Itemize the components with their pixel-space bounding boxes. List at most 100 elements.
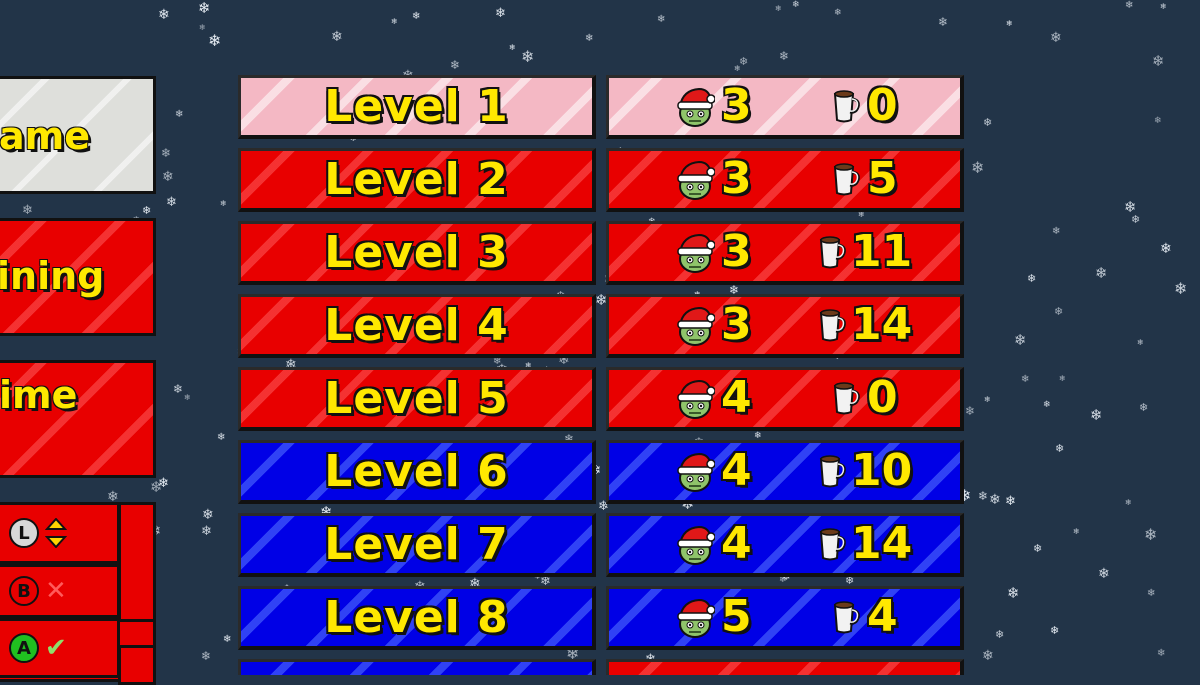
level-name: Level 7 [324, 519, 509, 570]
zombie-count: 4 [721, 445, 752, 496]
snowflake-icon: ❄ [208, 31, 222, 50]
snowflake-icon: ❄ [1160, 2, 1167, 11]
snowflake-icon: ❄ [184, 393, 191, 402]
level-row-2-stats[interactable]: 3 5 [606, 148, 964, 212]
snowflake-icon: ❄ [158, 476, 169, 491]
side-menu-item-label: ime [0, 373, 78, 417]
snowflake-icon: ❄ [1033, 542, 1043, 555]
snowflake-icon: ❄ [509, 43, 516, 52]
coffee-count: 14 [851, 299, 913, 350]
level-row-1-stats[interactable]: 3 0 [606, 75, 964, 139]
snowflake-icon: ❄ [450, 58, 461, 72]
coffee-count: 10 [851, 445, 913, 496]
zombie-count: 3 [721, 153, 752, 204]
snowflake-icon: ❄ [585, 33, 594, 44]
snowflake-icon: ❄ [971, 158, 985, 177]
level-row-3-stats[interactable]: 3 11 [606, 221, 964, 285]
level-row-9-button[interactable] [238, 659, 596, 675]
coffee-mug-icon [815, 453, 849, 489]
snowflake-icon: ❄ [995, 628, 1005, 641]
snowflake-icon: ❄ [1147, 588, 1156, 599]
level-row-9-stats[interactable] [606, 659, 964, 675]
level-name: Level 3 [324, 227, 509, 278]
snowflake-icon: ❄ [1055, 442, 1065, 455]
level-row-8-button[interactable]: Level 8 [238, 586, 596, 650]
level-row-1-button[interactable]: Level 1 [238, 75, 596, 139]
snowflake-icon: ❄ [142, 204, 152, 217]
level-row-8-stats[interactable]: 5 4 [606, 586, 964, 650]
snowflake-icon: ❄ [162, 169, 174, 185]
side-menu-item-game[interactable]: ame [0, 76, 156, 194]
coffee-mug-icon [829, 161, 863, 197]
snowflake-icon: ❄ [1050, 30, 1062, 46]
coffee-mug-icon [815, 526, 849, 562]
level-row-6-button[interactable]: Level 6 [238, 440, 596, 504]
control-row-b: B ✕ [0, 564, 120, 618]
snowflake-icon: ❄ [391, 17, 398, 26]
level-row-5-button[interactable]: Level 5 [238, 367, 596, 431]
zombie-santa-hat-icon [675, 597, 716, 639]
snowflake-icon: ❄ [220, 199, 227, 208]
snowflake-icon: ❄ [1174, 279, 1188, 298]
level-name: Level 5 [324, 373, 509, 424]
b-button-icon: B [9, 576, 39, 606]
coffee-count: 4 [867, 591, 898, 642]
side-menu-item-time[interactable]: ime [0, 360, 156, 478]
snowflake-icon: ❄ [1050, 624, 1060, 637]
snowflake-icon: ❄ [495, 6, 506, 21]
snowflake-icon: ❄ [199, 23, 206, 32]
snowflake-icon: ❄ [1125, 498, 1132, 507]
snowflake-icon: ❄ [223, 634, 232, 645]
coffee-mug-icon [815, 307, 849, 343]
coffee-mug-icon [829, 88, 863, 124]
snowflake-icon: ❄ [965, 404, 976, 418]
snowflake-icon: ❄ [1052, 226, 1061, 237]
coffee-count: 5 [867, 153, 898, 204]
snowflake-icon: ❄ [1005, 494, 1016, 509]
zombie-santa-hat-icon [675, 378, 716, 420]
snowflake-icon: ❄ [1160, 241, 1172, 257]
zombie-count: 5 [721, 591, 752, 642]
side-menu-item-label: ame [0, 114, 91, 158]
snowflake-icon: ❄ [734, 64, 741, 73]
level-name: Level 2 [324, 154, 509, 205]
snowflake-icon: ❄ [983, 116, 993, 129]
snowflake-icon: ❄ [1073, 527, 1080, 536]
zombie-santa-hat-icon [675, 524, 716, 566]
level-row-5-stats[interactable]: 4 0 [606, 367, 964, 431]
side-menu-item-training[interactable]: ining [0, 218, 156, 336]
snowflake-icon: ❄ [1139, 401, 1149, 414]
l-button-icon: L [9, 518, 39, 548]
level-name: Level 4 [324, 300, 509, 351]
snowflake-icon: ❄ [1059, 374, 1066, 383]
snowflake-icon: ❄ [1125, 0, 1134, 11]
level-row-7-button[interactable]: Level 7 [238, 513, 596, 577]
snowflake-icon: ❄ [779, 49, 790, 63]
snowflake-icon: ❄ [1124, 198, 1137, 216]
snowflake-icon: ❄ [1098, 566, 1110, 582]
level-row-2-button[interactable]: Level 2 [238, 148, 596, 212]
snowflake-icon: ❄ [201, 649, 212, 663]
level-row-4-stats[interactable]: 3 14 [606, 294, 964, 358]
snowflake-icon: ❄ [779, 575, 787, 585]
snowflake-icon: ❄ [978, 489, 989, 503]
level-row-3-button[interactable]: Level 3 [238, 221, 596, 285]
zombie-santa-hat-icon [675, 159, 716, 201]
confirm-check-icon: ✔ [45, 633, 67, 663]
snowflake-icon: ❄ [173, 382, 184, 396]
coffee-count: 0 [867, 372, 898, 423]
snowflake-icon: ❄ [1027, 272, 1037, 285]
level-row-4-button[interactable]: Level 4 [238, 294, 596, 358]
level-row-7-stats[interactable]: 4 14 [606, 513, 964, 577]
snowflake-icon: ❄ [1090, 406, 1103, 424]
level-row-6-stats[interactable]: 4 10 [606, 440, 964, 504]
snowflake-icon: ❄ [1137, 338, 1144, 347]
snowflake-icon: ❄ [858, 210, 865, 219]
level-name: Level 8 [324, 592, 509, 643]
snowflake-icon: ❄ [22, 203, 33, 218]
zombie-count: 4 [721, 518, 752, 569]
snowflake-icon: ❄ [202, 507, 214, 523]
snowflake-icon: ❄ [175, 109, 184, 120]
level-name: Level 6 [324, 446, 509, 497]
snowfall-background: ❄ ❄ ❄ ❄ ❄ ❄ ❄ ❄ ❄ ❄ ❄ ❄ ❄ ❄ ❄ ❄ ❄ ❄ ❄ ❄ ❄ ❄ ❄ ❄ ❄ ❄ ❄ ❄ ❄ ❄ ❄ ❄ ❄ ❄ ❄ ❄ ❄ ❄ ❄ ❄… [0, 0, 1200, 675]
